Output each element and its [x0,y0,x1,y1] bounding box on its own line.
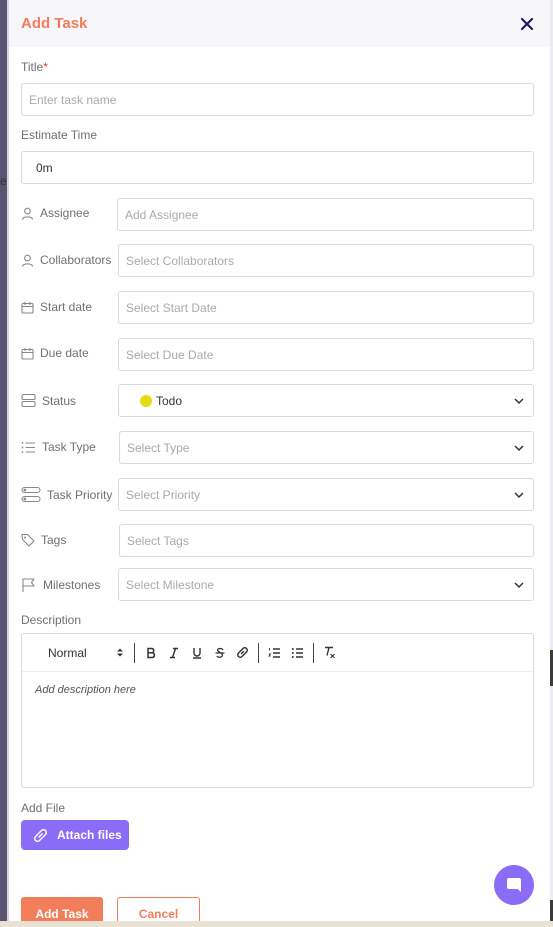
modal-header: Add Task [9,0,550,47]
modal-title: Add Task [21,15,88,32]
add-task-modal: Add Task Title* Enter task name Estimate… [9,0,550,921]
toolbar-divider [313,642,314,663]
collaborators-field[interactable]: Select Collaborators [118,244,534,277]
tags-field[interactable]: Select Tags [119,524,534,557]
underline-icon [192,647,201,659]
assignee-field[interactable]: Add Assignee [117,198,534,231]
estimate-time-input[interactable]: 0m [21,151,534,184]
tag-icon [21,533,35,547]
milestones-label: Milestones [21,577,100,593]
status-label: Status [21,393,76,408]
collaborators-label: Collaborators [21,253,111,267]
user-icon [21,254,34,267]
list-icon [21,441,35,453]
due-date-label: Due date [21,346,89,360]
toolbar-divider [134,642,135,663]
bold-icon [146,647,155,658]
estimate-time-label: Estimate Time [21,128,98,142]
task-priority-placeholder: Select Priority [126,487,201,502]
server-icon [21,393,36,408]
editor-toolbar: Normal [22,634,533,672]
milestone-select[interactable]: Select Milestone [118,568,534,601]
backdrop-text-fragment: e [0,174,7,188]
chevron-down-icon [514,398,524,405]
estimate-time-value: 0m [36,160,53,175]
chevron-down-icon [514,445,524,452]
italic-button[interactable] [162,643,185,663]
start-date-field[interactable]: Select Start Date [118,291,534,324]
due-date-field[interactable]: Select Due Date [118,338,534,371]
select-arrows-icon [117,648,123,657]
tags-label: Tags [21,533,66,547]
add-task-button-label: Add Task [35,907,89,921]
link-button[interactable] [231,643,254,663]
editor-content-area[interactable]: Add description here [22,672,533,708]
status-value: Todo [156,393,183,408]
status-select[interactable]: Todo [118,384,534,417]
attach-files-button[interactable]: Attach files [21,820,129,850]
chevron-down-icon [514,582,524,589]
editor-placeholder: Add description here [35,684,136,696]
bullet-list-button[interactable] [286,643,309,663]
calendar-icon [21,347,34,360]
flag-icon [22,578,35,592]
chevron-down-icon [514,492,524,499]
close-button[interactable] [516,13,538,35]
tags-placeholder: Select Tags [127,533,189,548]
backdrop-left-panel [0,0,7,927]
chat-icon [507,878,521,892]
heading-select[interactable]: Normal [48,646,124,660]
due-date-placeholder: Select Due Date [126,347,214,362]
description-editor: Normal Add description here [21,633,534,788]
task-type-select[interactable]: Select Type [119,431,534,464]
start-date-placeholder: Select Start Date [126,300,217,315]
start-date-label: Start date [21,300,92,314]
task-priority-select[interactable]: Select Priority [118,478,534,511]
assignee-placeholder: Add Assignee [125,207,199,222]
task-type-label: Task Type [21,440,96,454]
title-label: Title* [21,60,48,74]
attach-files-label: Attach files [57,828,122,842]
underline-button[interactable] [185,643,208,663]
task-type-placeholder: Select Type [127,440,190,455]
ordered-list-icon [268,647,280,658]
task-priority-label: Task Priority [21,486,112,503]
link-icon [237,647,248,658]
link-icon [33,828,48,842]
description-label: Description [21,613,82,627]
bold-button[interactable] [139,643,162,663]
strike-icon [215,647,224,658]
cancel-button-label: Cancel [138,907,179,921]
cancel-button[interactable]: Cancel [117,897,200,921]
title-placeholder: Enter task name [29,92,117,107]
status-color-dot [140,394,152,407]
add-file-label: Add File [21,801,66,815]
milestone-placeholder: Select Milestone [126,577,215,592]
toolbar-divider [258,642,259,663]
user-icon [21,207,34,220]
bullet-list-icon [291,647,303,658]
close-icon [520,17,534,30]
italic-icon [169,647,178,658]
chat-support-button[interactable] [494,865,534,905]
heading-value: Normal [48,645,87,660]
assignee-label: Assignee [21,206,89,220]
clear-format-button[interactable] [318,643,341,663]
strike-button[interactable] [208,643,231,663]
title-input[interactable]: Enter task name [21,83,534,116]
calendar-icon [21,301,34,314]
collaborators-placeholder: Select Collaborators [126,253,235,268]
clear-format-icon [325,646,335,659]
backdrop-bottom-strip [0,921,553,927]
ordered-list-button[interactable] [263,643,286,663]
add-task-button[interactable]: Add Task [21,897,103,921]
toggle-icon [21,486,41,503]
required-mark: * [43,60,48,74]
